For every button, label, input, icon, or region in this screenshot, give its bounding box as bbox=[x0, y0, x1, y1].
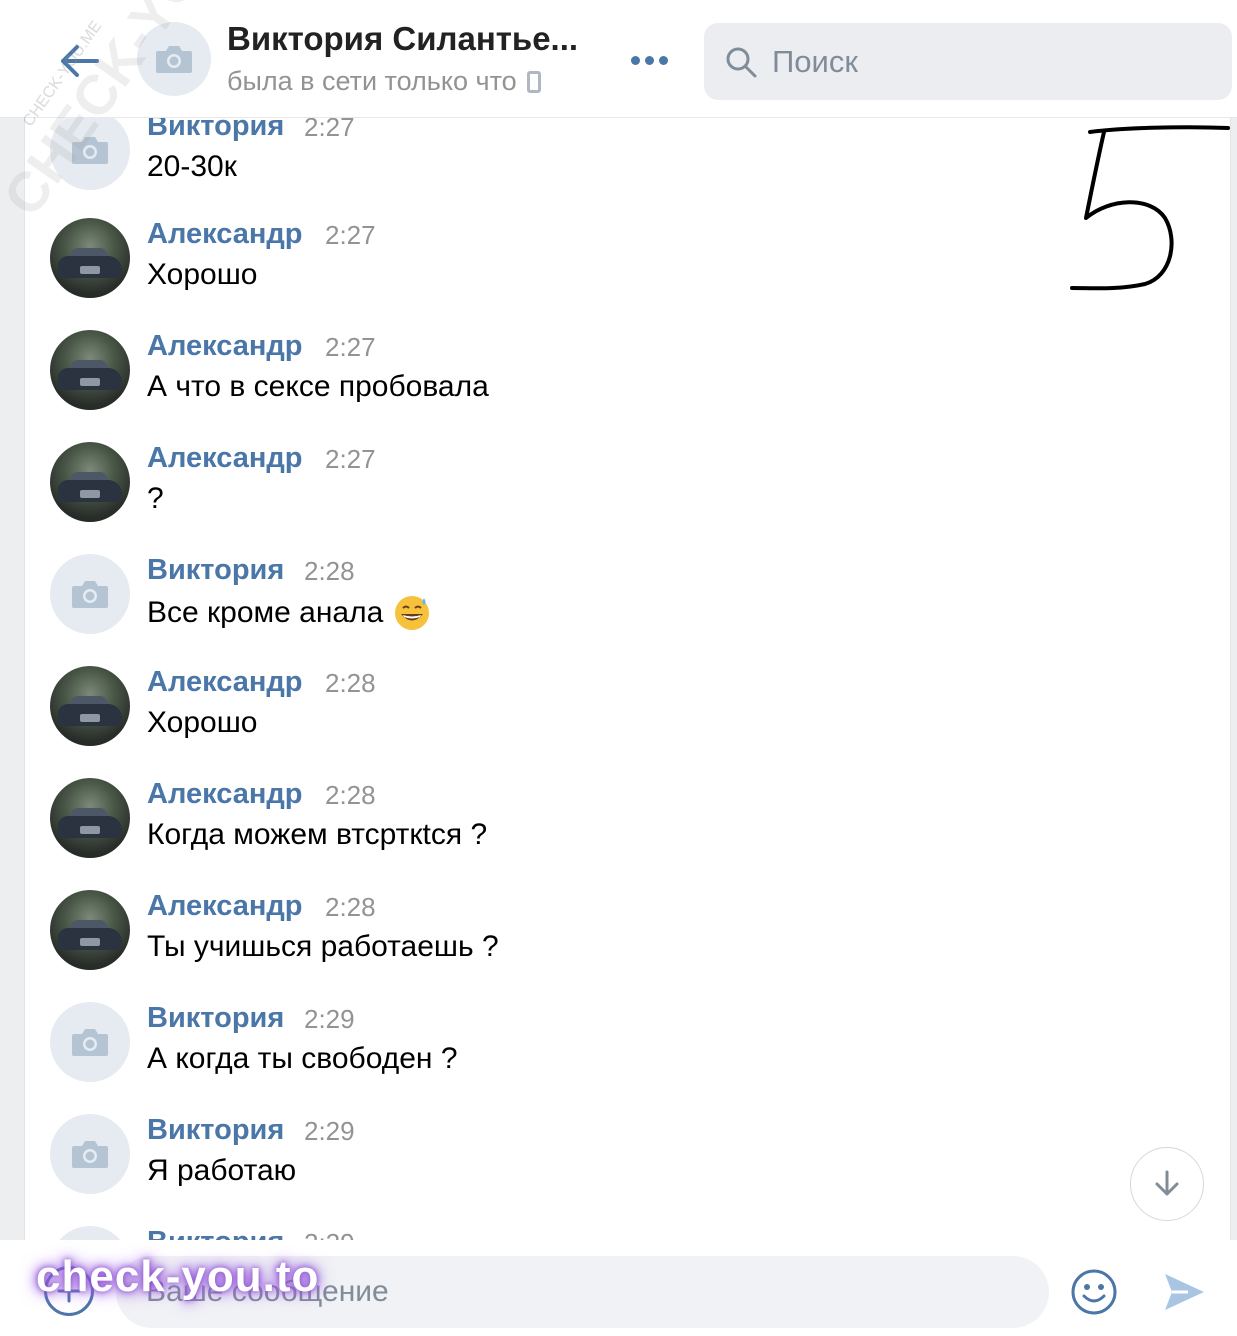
message-author[interactable]: Александр bbox=[147, 330, 303, 363]
contact-name[interactable]: Виктория Силантье... bbox=[227, 20, 578, 58]
mobile-icon bbox=[526, 70, 541, 93]
message-item: Виктория 2:27 20-30к bbox=[48, 110, 1148, 210]
avatar[interactable] bbox=[50, 778, 130, 858]
message-text: 20-30к bbox=[147, 150, 237, 183]
avatar[interactable] bbox=[50, 1002, 130, 1082]
avatar[interactable] bbox=[50, 554, 130, 634]
annotation-text: 5 bbox=[1060, 118, 1061, 119]
status-text: была в сети только что bbox=[227, 66, 517, 96]
message-author[interactable]: Александр bbox=[147, 778, 303, 811]
avatar[interactable] bbox=[50, 330, 130, 410]
message-text: Хорошо bbox=[147, 258, 258, 291]
message-text: Хорошо bbox=[147, 706, 258, 739]
message-text-content: Все кроме анала bbox=[147, 596, 384, 629]
search-input[interactable] bbox=[772, 43, 1212, 80]
message-time: 2:28 bbox=[325, 780, 376, 810]
message-author[interactable]: Виктория bbox=[147, 1114, 284, 1147]
message-item: Александр 2:28 Ты учишься работаешь ? bbox=[48, 890, 1148, 990]
avatar[interactable] bbox=[50, 218, 130, 298]
message-text: Ты учишься работаешь ? bbox=[147, 930, 499, 963]
message-text: Я работаю bbox=[147, 1154, 297, 1187]
message-item: Виктория 2:28 Все кроме анала bbox=[48, 554, 1148, 654]
message-text: Когда можем втсрткtся ? bbox=[147, 818, 488, 851]
camera-icon bbox=[72, 581, 108, 608]
message-item: Александр 2:27 А что в сексе пробовала bbox=[48, 330, 1148, 430]
avatar[interactable] bbox=[50, 442, 130, 522]
arrow-down-icon bbox=[1155, 1170, 1179, 1196]
message-text: А когда ты свободен ? bbox=[147, 1042, 458, 1075]
contact-status: была в сети только что bbox=[227, 66, 541, 97]
scroll-down-button[interactable] bbox=[1130, 1147, 1204, 1221]
camera-icon bbox=[72, 1141, 108, 1168]
message-text: Все кроме анала bbox=[147, 594, 431, 632]
message-time: 2:29 bbox=[304, 1004, 355, 1034]
message-time: 2:27 bbox=[325, 444, 376, 474]
message-author[interactable]: Александр bbox=[147, 890, 303, 923]
message-author[interactable]: Александр bbox=[147, 666, 303, 699]
more-button[interactable] bbox=[624, 45, 674, 75]
message-item: Виктория 2:29 Я работаю bbox=[48, 1114, 1148, 1214]
smile-icon[interactable] bbox=[1070, 1268, 1118, 1316]
message-author[interactable]: Александр bbox=[147, 218, 303, 251]
message-time: 2:27 bbox=[325, 220, 376, 250]
send-icon[interactable] bbox=[1162, 1270, 1206, 1314]
avatar[interactable] bbox=[50, 1114, 130, 1194]
message-item: Александр 2:28 Когда можем втсрткtся ? bbox=[48, 778, 1148, 878]
message-text: А что в сексе пробовала bbox=[147, 370, 489, 403]
dot-icon bbox=[644, 55, 654, 65]
message-author[interactable]: Виктория bbox=[147, 1002, 284, 1035]
message-item: Виктория 2:29 А когда ты свободен ? bbox=[48, 1002, 1148, 1102]
search-icon bbox=[726, 47, 757, 77]
handwritten-number: 5 bbox=[1060, 118, 1230, 291]
message-time: 2:28 bbox=[304, 556, 355, 586]
dot-icon bbox=[658, 55, 668, 65]
dot-icon bbox=[630, 55, 640, 65]
message-time: 2:28 bbox=[325, 892, 376, 922]
search-bar bbox=[704, 23, 1232, 100]
watermark: check-you.to bbox=[36, 1252, 320, 1301]
avatar[interactable] bbox=[50, 666, 130, 746]
camera-icon bbox=[72, 1029, 108, 1056]
grinning-sweat-emoji bbox=[395, 596, 430, 630]
message-text: ? bbox=[147, 482, 164, 515]
message-item: Александр 2:28 Хорошо bbox=[48, 666, 1148, 766]
message-item: Александр 2:27 ? bbox=[48, 442, 1148, 542]
message-author[interactable]: Виктория bbox=[147, 554, 284, 587]
message-list: Виктория 2:27 20-30к Александр 2:27 Хоро… bbox=[0, 0, 1237, 1336]
message-time: 2:28 bbox=[325, 668, 376, 698]
message-item: Александр 2:27 Хорошо bbox=[48, 218, 1148, 318]
message-author[interactable]: Александр bbox=[147, 442, 303, 475]
message-time: 2:27 bbox=[325, 332, 376, 362]
avatar[interactable] bbox=[50, 890, 130, 970]
message-time: 2:29 bbox=[304, 1116, 355, 1146]
